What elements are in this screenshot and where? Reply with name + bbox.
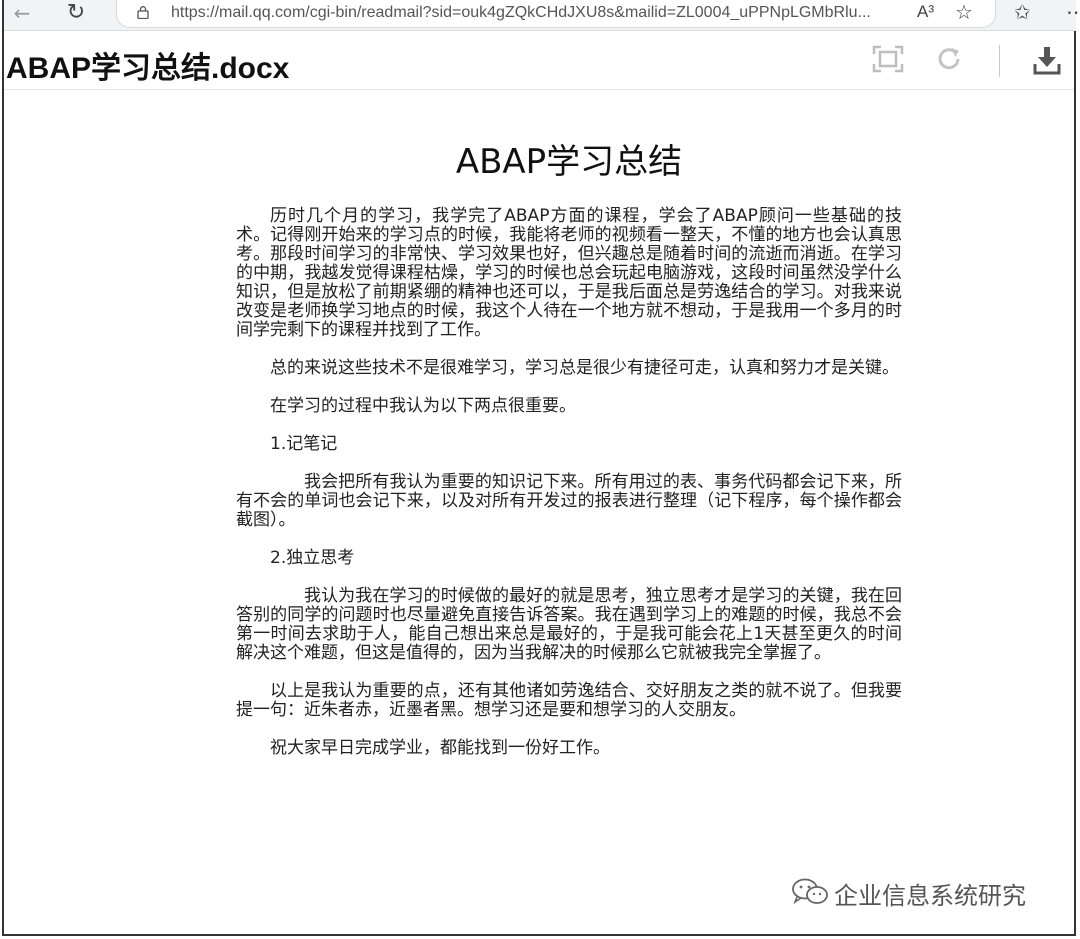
paragraph-closing: 祝大家早日完成学业，都能找到一份好工作。: [270, 738, 610, 758]
paragraph-independent-thinking: 我认为我在学习的时候做的最好的就是思考，独立思考才是学习的关键，我在回答别的同学…: [236, 586, 902, 663]
heading-independent-thinking: 2.独立思考: [270, 548, 355, 568]
back-arrow-icon[interactable]: ←: [10, 0, 34, 28]
watermark: 企业信息系统研究: [790, 874, 1060, 910]
rotate-icon[interactable]: [934, 45, 966, 73]
download-icon[interactable]: [1031, 44, 1063, 76]
paragraph-key-points: 在学习的过程中我认为以下两点很重要。: [270, 396, 576, 416]
url-text[interactable]: https://mail.qq.com/cgi-bin/readmail?sid…: [171, 4, 871, 22]
lock-icon[interactable]: [137, 6, 149, 19]
heading-take-notes: 1.记笔记: [270, 434, 338, 454]
paragraph-intro: 历时几个月的学习，我学完了ABAP方面的课程，学会了ABAP顾问一些基础的技术。…: [236, 206, 902, 340]
wechat-icon: [792, 878, 828, 905]
fullscreen-icon[interactable]: [872, 45, 904, 73]
paragraph-take-notes: 我会把所有我认为重要的知识记下来。所有用过的表、事务代码都会记下来，所有不会的单…: [236, 472, 902, 530]
toolbar-divider: [999, 45, 1000, 77]
watermark-text: 企业信息系统研究: [834, 882, 1026, 910]
document-header: ABAP学习总结.docx: [4, 31, 1074, 90]
reload-icon[interactable]: ↻: [62, 0, 90, 28]
document-filename: ABAP学习总结.docx: [6, 52, 290, 85]
address-bar[interactable]: https://mail.qq.com/cgi-bin/readmail?sid…: [116, 0, 996, 28]
paragraph-other-points: 以上是我认为重要的点，还有其他诸如劳逸结合、交好朋友之类的就不说了。但我要提一句…: [236, 681, 902, 720]
document-title: ABAP学习总结: [455, 142, 683, 182]
paragraph-summary: 总的来说这些技术不是很难学习，学习总是很少有捷径可走，认真和努力才是关键。: [270, 358, 899, 378]
more-icon[interactable]: ⋯: [1066, 0, 1080, 24]
document-page: ABAP学习总结 历时几个月的学习，我学完了ABAP方面的课程，学会了ABAP顾…: [236, 90, 902, 777]
read-aloud-icon[interactable]: A³: [917, 2, 934, 22]
add-favorite-icon[interactable]: ☆: [955, 0, 973, 24]
browser-toolbar: ← ↻ https://mail.qq.com/cgi-bin/readmail…: [4, 0, 1080, 31]
favorites-icon[interactable]: ✩: [1014, 0, 1031, 24]
